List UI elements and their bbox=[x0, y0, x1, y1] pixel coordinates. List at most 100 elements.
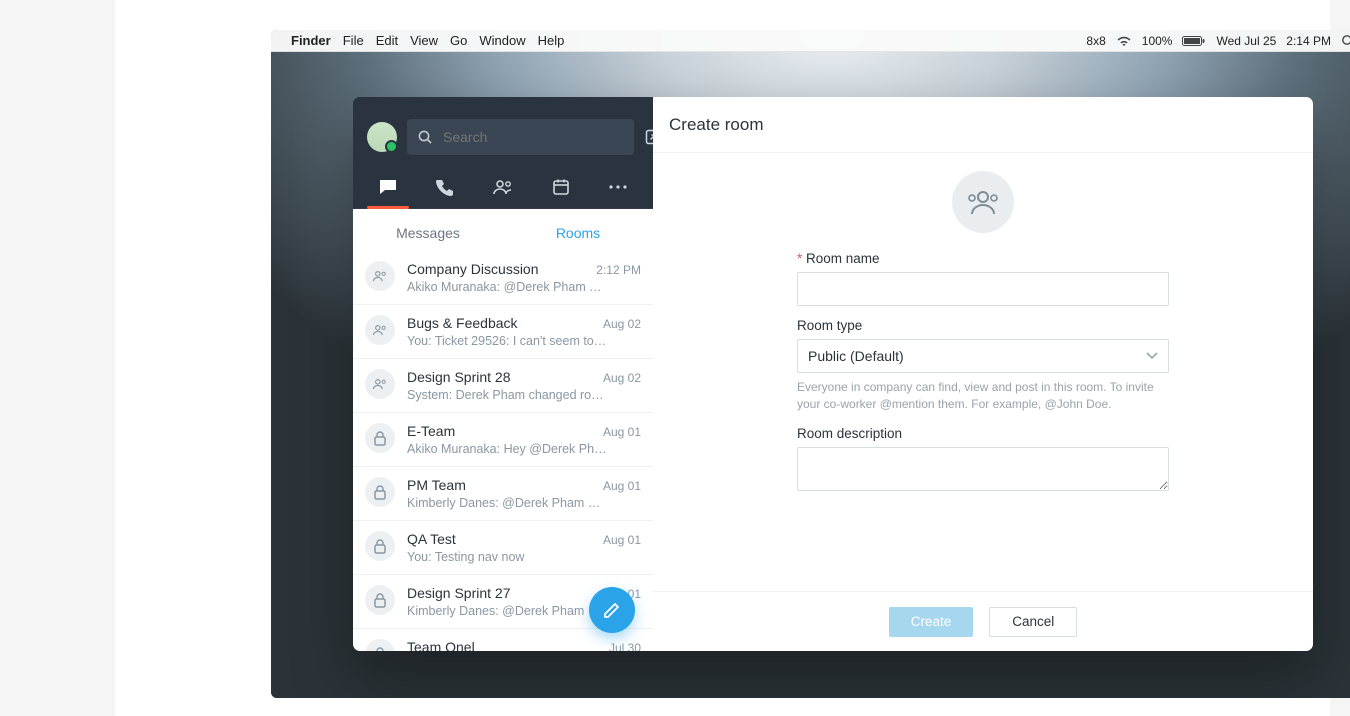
room-type-label: Room type bbox=[797, 318, 1169, 333]
nav-messages[interactable] bbox=[359, 166, 417, 208]
lock-icon bbox=[365, 531, 395, 561]
room-type-select[interactable]: Public (Default) bbox=[797, 339, 1169, 373]
more-icon bbox=[608, 184, 628, 190]
nav-contacts[interactable] bbox=[474, 166, 532, 208]
group-icon bbox=[365, 369, 395, 399]
battery-icon bbox=[1182, 35, 1206, 47]
room-body: QA Test Aug 01 You: Testing nav now bbox=[407, 531, 641, 564]
room-avatar-placeholder[interactable] bbox=[952, 171, 1014, 233]
menu-go[interactable]: Go bbox=[450, 33, 467, 48]
room-item[interactable]: Design Sprint 28 Aug 02 System: Derek Pham… bbox=[353, 359, 653, 413]
room-item[interactable]: Bugs & Feedback Aug 02 You: Ticket 29526: … bbox=[353, 305, 653, 359]
menubar-app[interactable]: Finder bbox=[291, 33, 331, 48]
chevron-down-icon bbox=[1146, 352, 1158, 360]
room-body: Company Discussion2:12 PMAkiko Muranaka:… bbox=[407, 261, 641, 294]
search-field[interactable] bbox=[407, 119, 634, 155]
group-icon bbox=[966, 188, 1000, 216]
room-preview: Akiko Muranaka: Hey @Derek Pham ! ... bbox=[407, 442, 607, 456]
room-name-label: Room name bbox=[797, 251, 1169, 266]
menu-view[interactable]: View bbox=[410, 33, 438, 48]
mac-menubar: Finder File Edit View Go Window Help 8x8… bbox=[271, 30, 1350, 52]
room-item[interactable]: QA Test Aug 01 You: Testing nav now bbox=[353, 521, 653, 575]
room-name: Team Onel bbox=[407, 639, 475, 651]
monitor-frame: Finder File Edit View Go Window Help 8x8… bbox=[115, 0, 1330, 716]
room-type-value: Public (Default) bbox=[808, 348, 904, 364]
room-preview: Akiko Muranaka: @Derek Pham Yep! ... bbox=[407, 280, 607, 294]
room-name-input[interactable] bbox=[797, 272, 1169, 306]
wifi-icon[interactable] bbox=[1116, 35, 1132, 47]
room-body: PM Team Aug 01 Kimberly Danes: @Derek Pham… bbox=[407, 477, 641, 510]
room-item[interactable]: PM Team Aug 01 Kimberly Danes: @Derek Pham… bbox=[353, 467, 653, 521]
contacts-icon bbox=[492, 178, 514, 196]
search-input[interactable] bbox=[443, 129, 624, 145]
room-body: Bugs & Feedback Aug 02 You: Ticket 29526: … bbox=[407, 315, 641, 348]
main-header: Create room bbox=[653, 97, 1313, 153]
sidebar: Messages Rooms Company Discussion2:12 PM… bbox=[353, 97, 653, 651]
create-room-form: Room name Room type Public (Default) Eve… bbox=[797, 171, 1169, 496]
room-body: E-Team Aug 01 Akiko Muranaka: Hey @Derek P… bbox=[407, 423, 641, 456]
sidebar-nav bbox=[353, 165, 653, 209]
room-desc-input[interactable] bbox=[797, 447, 1169, 491]
nav-calls[interactable] bbox=[417, 166, 475, 208]
main-title: Create room bbox=[669, 115, 763, 135]
status-time: 2:14 PM bbox=[1286, 34, 1331, 48]
lock-icon bbox=[365, 423, 395, 453]
chat-icon bbox=[378, 178, 398, 196]
lock-icon bbox=[365, 585, 395, 615]
status-date: Wed Jul 25 bbox=[1216, 34, 1276, 48]
main-body: Room name Room type Public (Default) Eve… bbox=[653, 153, 1313, 591]
room-body: Team OnelJul 30System: Derek Pham change… bbox=[407, 639, 641, 651]
status-brand: 8x8 bbox=[1086, 34, 1105, 48]
room-preview: Kimberly Danes: @Derek Pham Of cour... bbox=[407, 496, 607, 510]
room-time: Aug 01 bbox=[603, 479, 641, 493]
room-time: Aug 02 bbox=[603, 371, 641, 385]
room-time: Aug 02 bbox=[603, 317, 641, 331]
spotlight-icon[interactable] bbox=[1341, 34, 1350, 48]
room-time: Aug 01 bbox=[603, 533, 641, 547]
room-item[interactable]: E-Team Aug 01 Akiko Muranaka: Hey @Derek P… bbox=[353, 413, 653, 467]
sidebar-top bbox=[353, 97, 653, 159]
room-time: 2:12 PM bbox=[596, 263, 641, 277]
group-icon bbox=[365, 315, 395, 345]
group-icon bbox=[365, 261, 395, 291]
room-name: Design Sprint 27 bbox=[407, 585, 511, 601]
tab-rooms[interactable]: Rooms bbox=[503, 209, 653, 257]
nav-more[interactable] bbox=[589, 166, 647, 208]
main-panel: Create room Room name Room type Public (… bbox=[653, 97, 1313, 651]
compose-icon bbox=[602, 600, 622, 620]
menu-edit[interactable]: Edit bbox=[376, 33, 398, 48]
phone-icon bbox=[436, 178, 454, 196]
menu-window[interactable]: Window bbox=[479, 33, 525, 48]
room-body: Design Sprint 28 Aug 02 System: Derek Pham… bbox=[407, 369, 641, 402]
menu-help[interactable]: Help bbox=[538, 33, 565, 48]
user-avatar[interactable] bbox=[367, 122, 397, 152]
tab-messages[interactable]: Messages bbox=[353, 209, 503, 257]
app-window: Messages Rooms Company Discussion2:12 PM… bbox=[353, 97, 1313, 651]
lock-icon bbox=[365, 477, 395, 507]
room-item[interactable]: Company Discussion2:12 PMAkiko Muranaka:… bbox=[353, 251, 653, 305]
room-desc-label: Room description bbox=[797, 426, 1169, 441]
nav-calendar[interactable] bbox=[532, 166, 590, 208]
room-preview: System: Derek Pham changed room na... bbox=[407, 388, 607, 402]
menu-file[interactable]: File bbox=[343, 33, 364, 48]
main-footer: Create Cancel bbox=[653, 591, 1313, 651]
room-name: E-Team bbox=[407, 423, 455, 439]
room-time: Aug 01 bbox=[603, 425, 641, 439]
create-button[interactable]: Create bbox=[889, 607, 974, 637]
cancel-button[interactable]: Cancel bbox=[989, 607, 1077, 637]
room-preview: You: Ticket 29526: I can't seem to find … bbox=[407, 334, 607, 348]
room-time: Jul 30 bbox=[609, 641, 641, 651]
room-name: Bugs & Feedback bbox=[407, 315, 518, 331]
status-battery: 100% bbox=[1142, 34, 1173, 48]
lock-icon bbox=[365, 639, 395, 651]
room-preview: You: Testing nav now bbox=[407, 550, 607, 564]
sidebar-tabs: Messages Rooms bbox=[353, 209, 653, 257]
room-preview: Kimberly Danes: @Derek Pham Do yo... bbox=[407, 604, 607, 618]
search-icon bbox=[417, 129, 433, 145]
calendar-icon bbox=[552, 178, 570, 196]
compose-button[interactable] bbox=[589, 587, 635, 633]
room-name: QA Test bbox=[407, 531, 456, 547]
room-name: Design Sprint 28 bbox=[407, 369, 511, 385]
room-name: PM Team bbox=[407, 477, 466, 493]
room-type-help: Everyone in company can find, view and p… bbox=[797, 379, 1169, 414]
